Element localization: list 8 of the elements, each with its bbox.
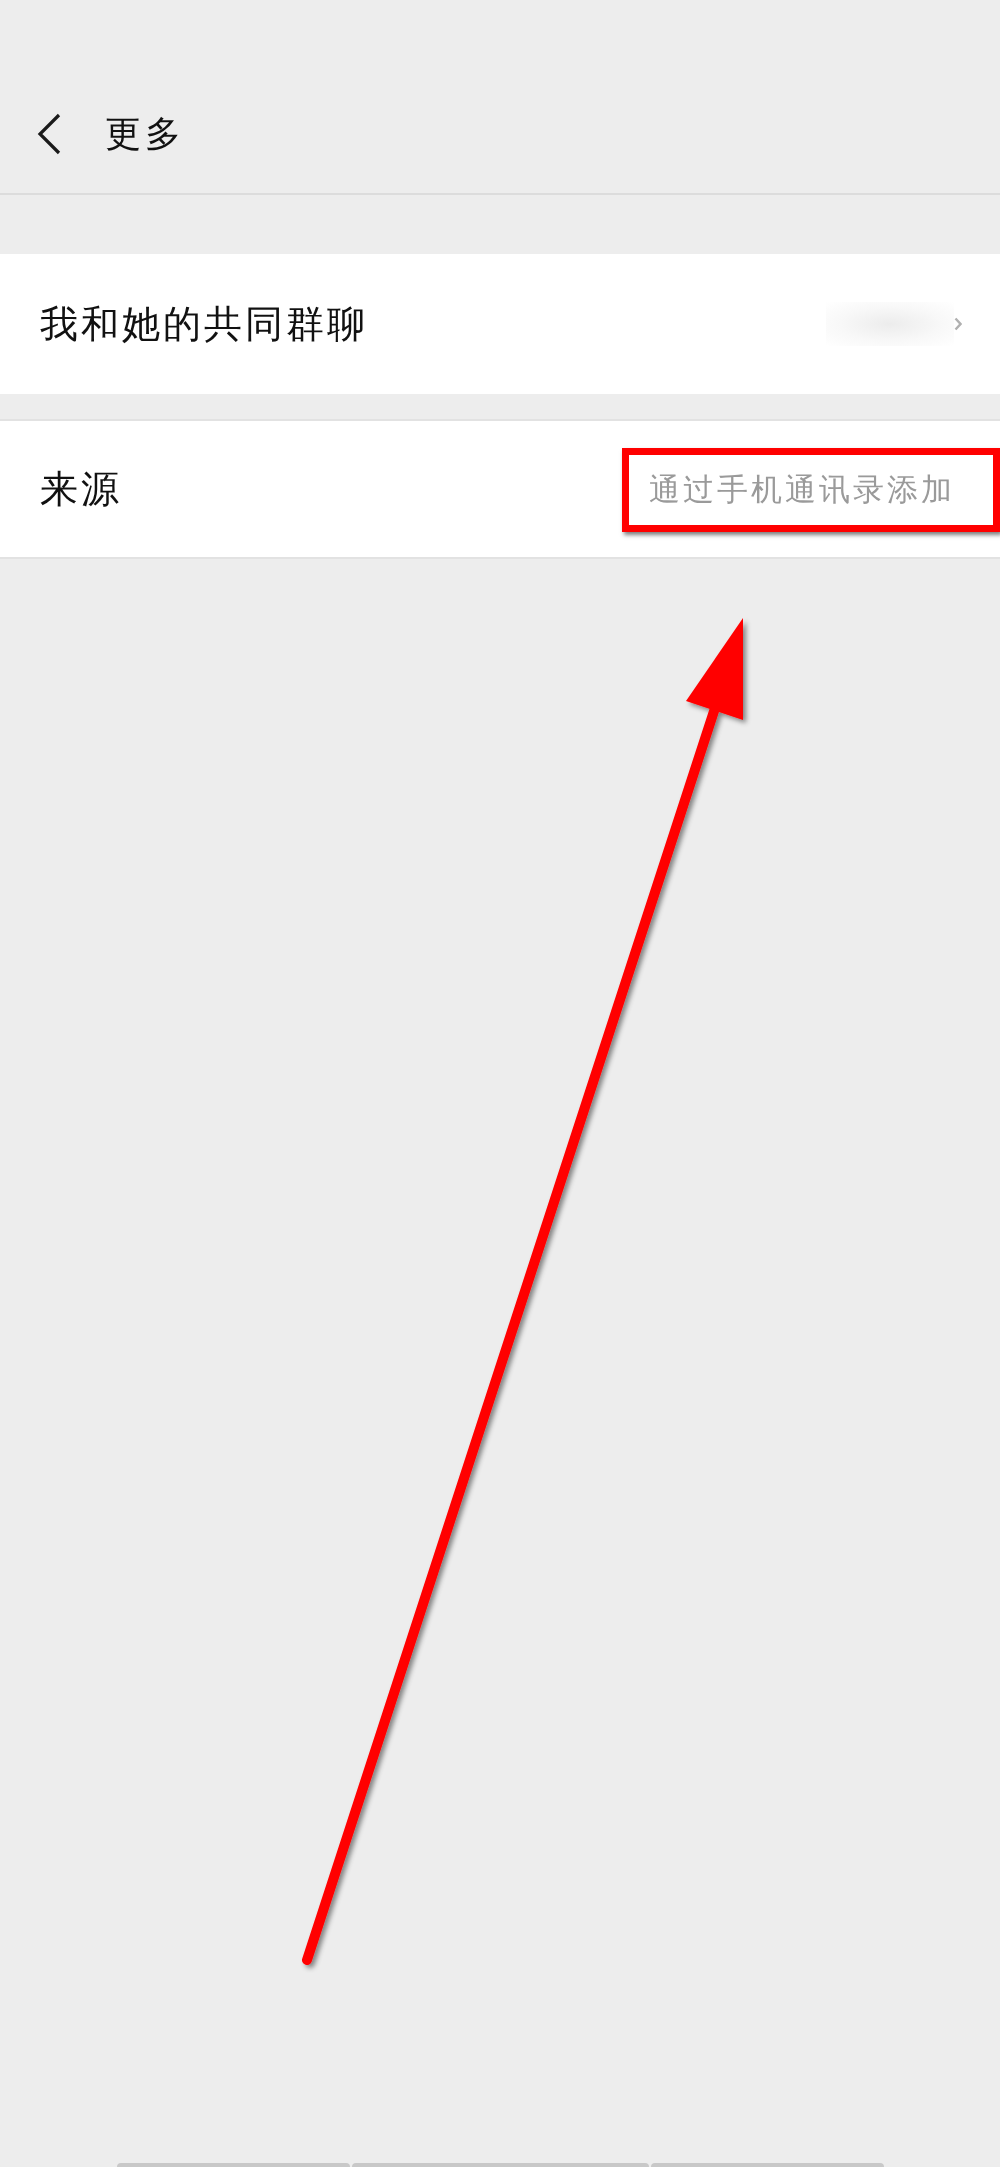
- page-title: 更多: [105, 115, 185, 152]
- row-label: 来源: [40, 470, 122, 508]
- row-value: 通过手机通讯录添加: [649, 473, 955, 505]
- info-row[interactable]: 来源 通过手机通讯录添加: [0, 419, 1000, 559]
- list-row[interactable]: 我和她的共同群聊: [0, 254, 1000, 394]
- chevron-right-icon: [954, 317, 962, 331]
- row-label: 我和她的共同群聊: [40, 305, 368, 343]
- back-icon[interactable]: [37, 112, 61, 155]
